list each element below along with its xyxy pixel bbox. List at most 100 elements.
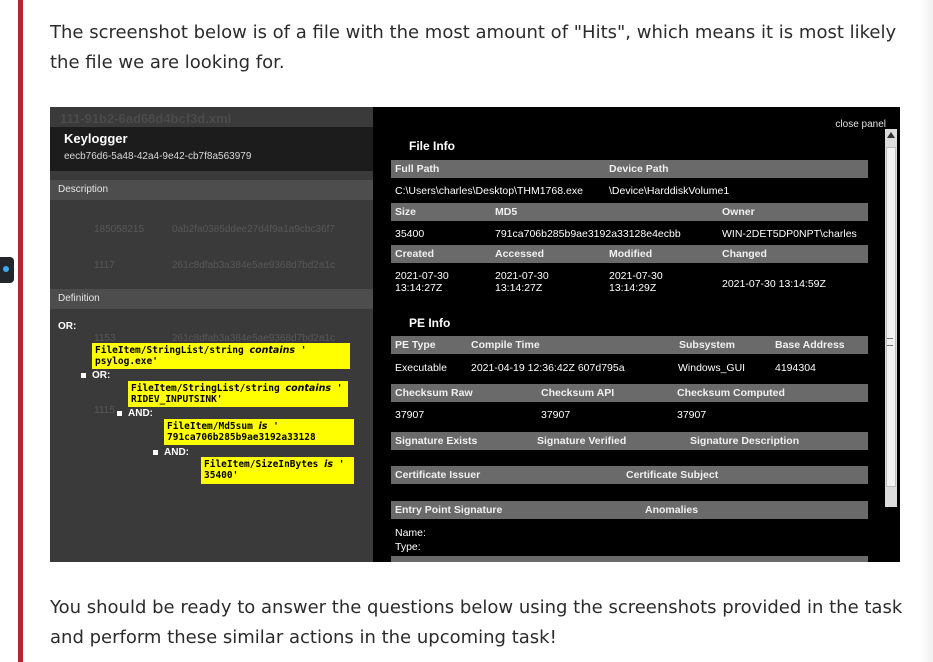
condition-size[interactable]: FileItem/SizeInBytes is ' 35400' [201,457,354,484]
subsystem-value: Windows_GUI [678,362,746,374]
entry-type-label: Type: [395,541,421,553]
col-created: Created [395,248,435,260]
col-checksum-computed: Checksum Computed [677,387,785,399]
floating-widget-icon[interactable] [0,257,14,283]
bullet-icon [153,449,158,455]
col-checksum-api: Checksum API [541,387,615,399]
changed-value: 2021-07-30 13:14:59Z [722,278,826,290]
condition-value: psylog.exe' [95,356,158,367]
condition-operator: is [324,459,334,470]
col-entry-point-signature: Entry Point Signature [395,504,503,516]
condition-path: FileItem/StringList/string [131,383,280,394]
pe-info-header-row: Checksum Raw Checksum API Checksum Compu… [391,384,868,402]
col-changed: Changed [722,248,767,260]
pe-info-header-row: PE Type Compile Time Subsystem Base Addr… [391,336,868,354]
grip-icon [887,338,893,346]
condition-operator: contains [285,383,332,394]
col-pe-type: PE Type [395,339,436,351]
col-signature-description: Signature Description [690,435,800,447]
pe-info-header-row: Certificate Issuer Certificate Subject [391,466,868,484]
definition-section[interactable]: Definition [50,289,373,309]
condition-path: FileItem/StringList/string [95,345,244,356]
truncated-row [391,556,868,562]
condition-value: 791ca706b285b9ae3192a33128 [167,432,316,443]
col-accessed: Accessed [495,248,545,260]
owner-value: WIN-2DET5DP0NPT\charles [722,228,857,240]
file-info-header-row: Created Accessed Modified Changed [391,245,868,263]
bg-row-text: 261c8dfab3a384e5ae9368d7bd2a1c [172,260,335,271]
col-subsystem: Subsystem [679,339,736,351]
device-path-value: \Device\HarddiskVolume1 [609,185,730,197]
col-anomalies: Anomalies [645,504,699,516]
checksum-computed-value: 37907 [677,409,707,421]
description-section[interactable]: Description [50,180,373,200]
node-label: AND: [128,408,153,419]
pe-info-header-row: Signature Exists Signature Verified Sign… [391,432,868,450]
node-label: OR: [92,370,111,381]
outro-paragraph: You should be ready to answer the questi… [50,597,903,648]
condition-value: 35400' [204,470,239,481]
condition-path: FileItem/SizeInBytes [204,459,319,470]
condition-psylog[interactable]: FileItem/StringList/string contains ' ps… [92,343,350,369]
col-compile-time: Compile Time [471,339,540,351]
compile-time-value: 2021-04-19 12:36:42Z 607d795a [471,362,625,374]
definition-label: Definition [58,293,100,304]
md5-value: 791ca706b285b9ae3192a33128e4ecbb [495,228,681,240]
condition-value: RIDEV_INPUTSINK' [131,394,223,405]
bg-row-text: 1115 [94,405,115,416]
file-info-heading: File Info [409,139,455,153]
col-signature-exists: Signature Exists [395,435,478,447]
tree-node-and: AND: [117,408,153,419]
intro-paragraph: The screenshot below is of a file with t… [50,22,897,73]
col-device-path: Device Path [609,163,669,175]
bullet-icon [81,372,86,378]
size-value: 35400 [395,228,425,240]
col-owner: Owner [722,206,755,218]
bg-row-text: 0ab2fa0385ddee27d4f9a1a9cbc36f7 [172,224,335,235]
tree-node-and: AND: [153,447,189,458]
tree-node-or: OR: [81,370,110,381]
scroll-up-icon[interactable] [887,132,895,138]
pe-info-heading: PE Info [409,316,451,330]
accessed-value: 2021-07-30 13:14:27Z [495,270,549,294]
indicator-uuid: eecb76d6-5a48-42a4-9e42-cb7f8a563979 [64,151,252,162]
condition-operator: contains [249,345,296,356]
tree-root-or: OR: [58,321,77,332]
condition-md5[interactable]: FileItem/Md5sum is ' 791ca706b285b9ae319… [164,419,354,445]
indicator-panel: 111-91b2-6ad68d4bcf3d.xml 791ca706b285b9… [50,107,373,562]
created-value: 2021-07-30 13:14:27Z [395,270,449,294]
checksum-raw-value: 37907 [395,409,425,421]
file-info-panel: close panel File Info Full Path Device P… [373,107,900,562]
bullet-icon [117,410,122,416]
close-panel-button[interactable]: close panel [835,119,886,130]
full-path-value: C:\Users\charles\Desktop\THM1768.exe [395,185,583,197]
bg-row-text: 185058215 [94,224,145,235]
checksum-api-value: 37907 [541,409,571,421]
description-label: Description [58,184,109,195]
node-label: AND: [164,447,189,458]
col-checksum-raw: Checksum Raw [395,387,473,399]
col-base-address: Base Address [775,339,845,351]
scroll-thumb[interactable] [886,147,896,487]
base-address-value: 4194304 [775,362,816,374]
col-modified: Modified [609,248,653,260]
modified-value: 2021-07-30 13:14:29Z [609,270,663,294]
screenshot-figure: 111-91b2-6ad68d4bcf3d.xml 791ca706b285b9… [50,107,900,562]
bg-row-text: 1117 [94,260,115,271]
file-info-header-row: Size MD5 Owner [391,203,868,221]
condition-ridev[interactable]: FileItem/StringList/string contains ' RI… [128,381,348,407]
page-scrollbar[interactable] [919,0,933,662]
panel-scrollbar[interactable] [885,129,897,507]
col-md5: MD5 [495,206,518,218]
indicator-header: Keylogger eecb76d6-5a48-42a4-9e42-cb7f8a… [50,127,373,171]
pe-type-value: Executable [395,362,447,374]
col-size: Size [395,206,417,218]
pe-info-header-row: Entry Point Signature Anomalies [391,501,868,519]
bg-file-title: 111-91b2-6ad68d4bcf3d.xml [60,111,232,126]
indicator-title: Keylogger [64,131,128,146]
col-certificate-issuer: Certificate Issuer [395,469,481,481]
condition-path: FileItem/Md5sum [167,421,253,432]
col-signature-verified: Signature Verified [537,435,627,447]
condition-operator: is [258,421,268,432]
article-accent-bar [18,0,23,662]
